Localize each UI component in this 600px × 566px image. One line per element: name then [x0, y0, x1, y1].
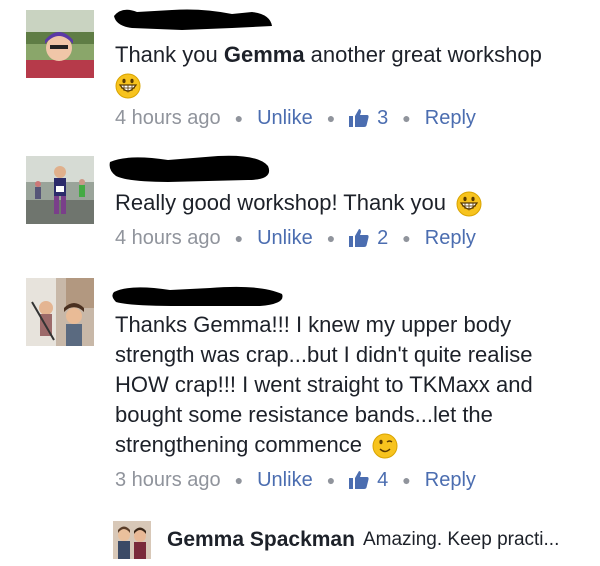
reply-author-name[interactable]: Gemma Spackman: [167, 528, 355, 552]
separator-dot: ●: [402, 230, 411, 246]
timestamp[interactable]: 3 hours ago: [115, 468, 221, 492]
like-count[interactable]: 4: [349, 468, 388, 492]
separator-dot: ●: [326, 110, 336, 126]
reply-button[interactable]: Reply: [425, 226, 476, 250]
redacted-name: [110, 280, 288, 310]
thumbs-up-icon: [349, 229, 369, 247]
grinning-face-emoji-icon: [115, 73, 141, 99]
comment-text: Really good workshop! Thank you: [115, 188, 482, 218]
reply-button[interactable]: Reply: [425, 106, 476, 130]
separator-dot: ●: [326, 230, 336, 246]
comment-actions: 4 hours ago ● Unlike ● 2 ● Reply: [115, 226, 476, 250]
unlike-button[interactable]: Unlike: [257, 226, 313, 250]
grinning-face-emoji-icon: [456, 191, 482, 217]
comment-text-line: strengthening commence: [115, 430, 398, 460]
comment-actions: 4 hours ago ● Unlike ● 3 ● Reply: [115, 106, 476, 130]
reply-avatar[interactable]: [113, 521, 151, 559]
reply-text: Amazing. Keep practi...: [362, 529, 560, 550]
thumbs-up-icon: [349, 109, 369, 127]
comment-text-line: HOW crap!!! I went straight to TKMaxx an…: [115, 372, 533, 397]
separator-dot: ●: [234, 472, 244, 488]
commenter-avatar[interactable]: [26, 278, 94, 346]
reply-preview[interactable]: Gemma Spackman Amazing. Keep practi...: [113, 520, 559, 560]
comment-text-line: strength was crap...but I didn't quite r…: [115, 342, 533, 367]
separator-dot: ●: [402, 110, 411, 126]
commenter-avatar[interactable]: [26, 156, 94, 224]
thumbs-up-icon: [349, 471, 369, 489]
like-count[interactable]: 2: [349, 226, 388, 250]
redacted-name: [108, 152, 278, 182]
comment-actions: 3 hours ago ● Unlike ● 4 ● Reply: [115, 468, 476, 492]
separator-dot: ●: [234, 110, 244, 126]
unlike-button[interactable]: Unlike: [257, 468, 313, 492]
unlike-button[interactable]: Unlike: [257, 106, 313, 130]
comment-text-line: Thanks Gemma!!! I knew my upper body: [115, 312, 512, 337]
reply-button[interactable]: Reply: [425, 468, 476, 492]
comment-text: Thank you Gemma another great workshop: [115, 42, 542, 67]
separator-dot: ●: [326, 472, 336, 488]
separator-dot: ●: [234, 230, 244, 246]
like-count[interactable]: 3: [349, 106, 388, 130]
redacted-name: [112, 4, 277, 34]
mention-link[interactable]: Gemma: [224, 42, 305, 67]
timestamp[interactable]: 4 hours ago: [115, 106, 221, 130]
commenter-avatar[interactable]: [26, 10, 94, 78]
winking-face-emoji-icon: [372, 433, 398, 459]
comment-text-line: bought some resistance bands...let the: [115, 402, 493, 427]
separator-dot: ●: [402, 472, 411, 488]
emoji-line: [115, 70, 141, 100]
timestamp[interactable]: 4 hours ago: [115, 226, 221, 250]
